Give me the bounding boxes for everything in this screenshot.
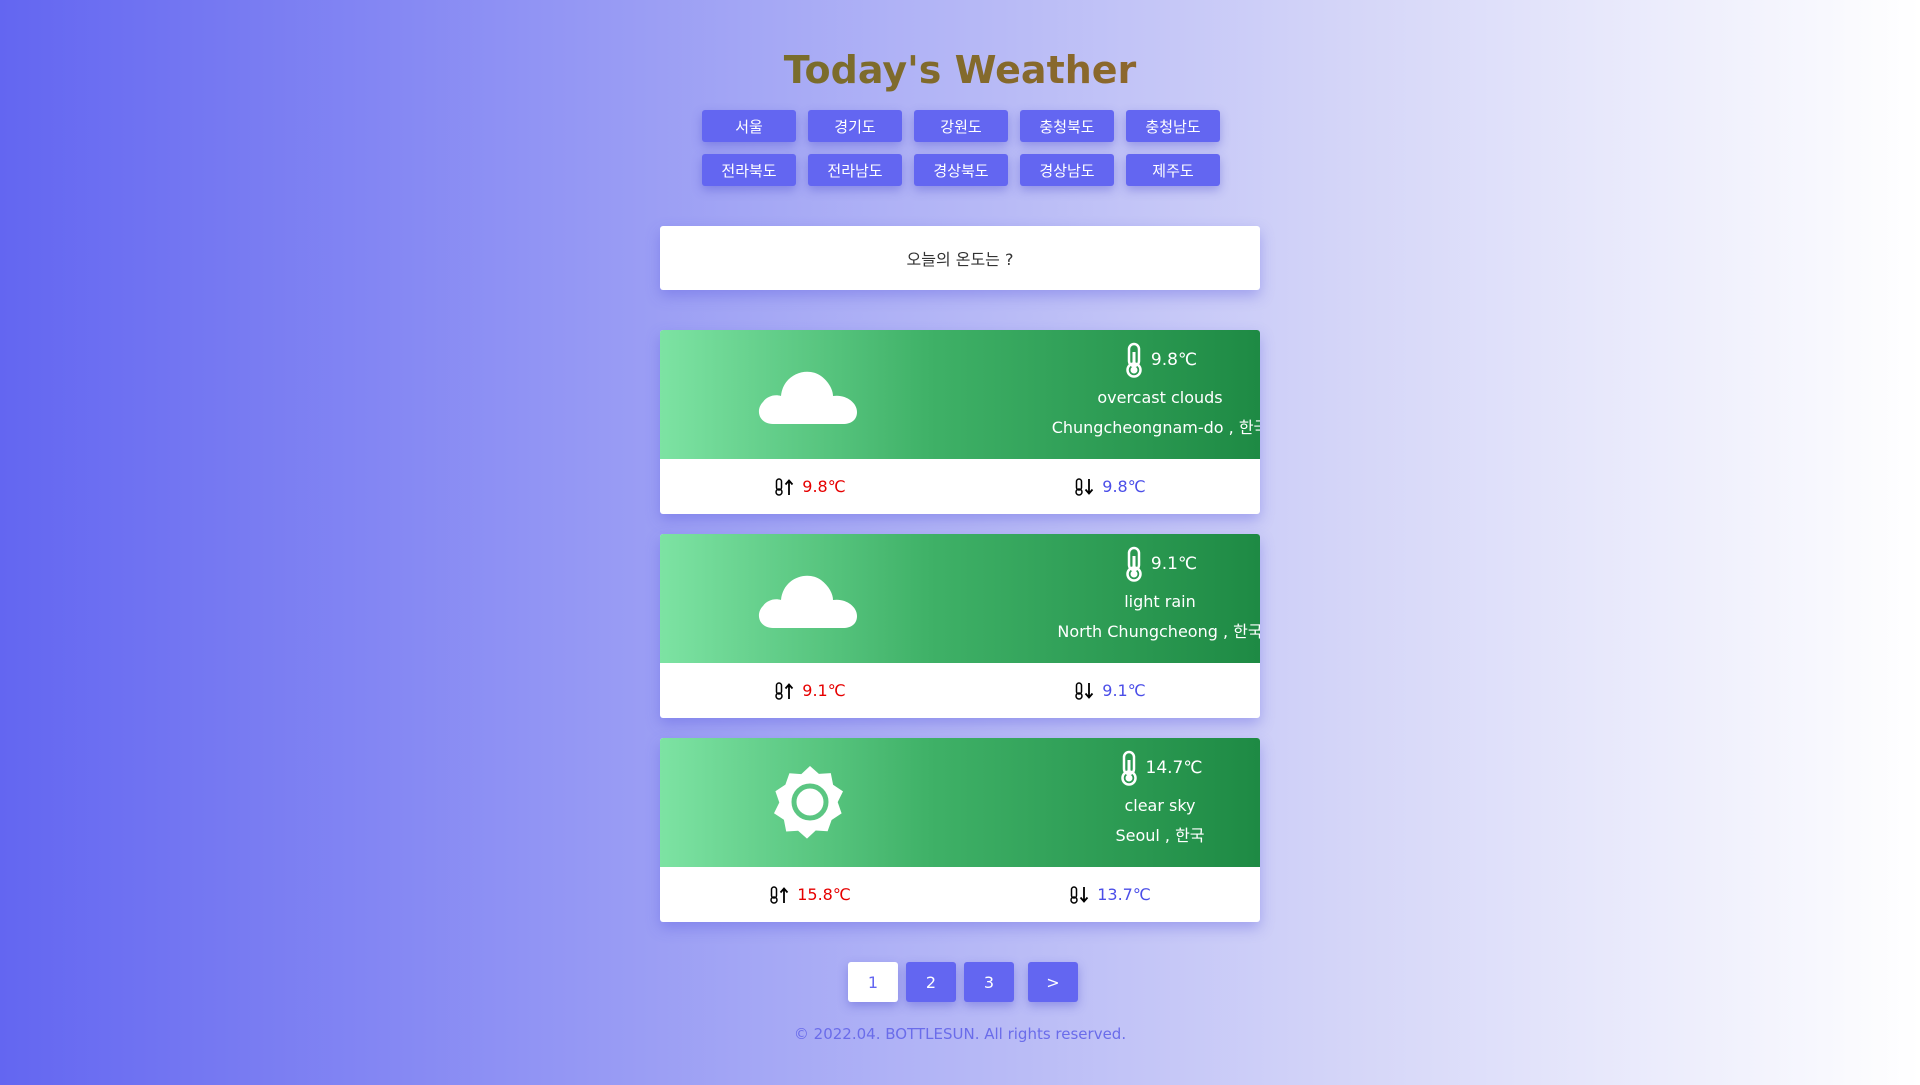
weather-description: light rain	[1124, 592, 1196, 611]
max-temperature: 9.8℃	[660, 477, 960, 496]
temperature-prompt-text: 오늘의 온도는 ?	[906, 250, 1014, 269]
region-button-seoul[interactable]: 서울	[702, 110, 796, 142]
page-button-2[interactable]: 2	[906, 962, 956, 1002]
region-button-chungbuk[interactable]: 충청북도	[1020, 110, 1114, 142]
location-label: Seoul , 한국	[1115, 826, 1205, 845]
temperature-prompt-box[interactable]: 오늘의 온도는 ?	[660, 226, 1260, 290]
next-page-button[interactable]: >	[1028, 962, 1078, 1002]
region-button-gyeongbuk[interactable]: 경상북도	[914, 154, 1008, 186]
max-temperature: 15.8℃	[660, 885, 960, 904]
thermometer-up-icon	[775, 477, 794, 496]
min-temperature: 9.1℃	[960, 681, 1260, 700]
current-temperature: 9.1℃	[1150, 554, 1198, 574]
max-temperature-value: 9.8℃	[802, 477, 846, 496]
thermometer-down-icon	[1070, 885, 1089, 904]
max-temperature-value: 9.1℃	[802, 681, 846, 700]
region-button-gyeonggi[interactable]: 경기도	[808, 110, 902, 142]
footer-copyright: © 2022.04. BOTTLESUN. All rights reserve…	[793, 1025, 1127, 1043]
thermometer-down-icon	[1075, 681, 1094, 700]
weather-card: 9.1℃ light rain North Chungcheong , 한국 9…	[660, 534, 1260, 718]
region-button-jeonnam[interactable]: 전라남도	[808, 154, 902, 186]
weather-card: 9.8℃ overcast clouds Chungcheongnam-do ,…	[660, 330, 1260, 514]
max-temperature: 9.1℃	[660, 681, 960, 700]
location-label: Chungcheongnam-do , 한국	[1051, 418, 1260, 437]
weather-card: 14.7℃ clear sky Seoul , 한국 15.8℃ 13.7℃	[660, 738, 1260, 922]
thermometer-icon	[1126, 546, 1142, 582]
current-temperature: 14.7℃	[1145, 758, 1203, 778]
min-temperature-value: 9.1℃	[1102, 681, 1146, 700]
thermometer-up-icon	[770, 885, 789, 904]
page-title: Today's Weather	[0, 48, 1920, 92]
page-button-3[interactable]: 3	[964, 962, 1014, 1002]
thermometer-icon	[1120, 750, 1137, 786]
thermometer-down-icon	[1075, 477, 1094, 496]
min-temperature: 9.8℃	[960, 477, 1260, 496]
cloud-icon	[758, 575, 857, 628]
sun-icon	[774, 766, 843, 839]
min-temperature-value: 9.8℃	[1102, 477, 1146, 496]
region-button-jeonbuk[interactable]: 전라북도	[702, 154, 796, 186]
region-button-gangwon[interactable]: 강원도	[914, 110, 1008, 142]
location-label: North Chungcheong , 한국	[1057, 622, 1260, 641]
thermometer-icon	[1126, 342, 1142, 378]
region-button-chungnam[interactable]: 충청남도	[1126, 110, 1220, 142]
weather-description: clear sky	[1124, 796, 1196, 815]
pagination: 1 2 3 >	[848, 962, 1078, 1002]
region-buttons: 서울 경기도 강원도 충청북도 충청남도 전라북도 전라남도 경상북도 경상남도…	[702, 110, 1220, 186]
min-temperature-value: 13.7℃	[1097, 885, 1151, 904]
thermometer-up-icon	[775, 681, 794, 700]
max-temperature-value: 15.8℃	[797, 885, 851, 904]
weather-description: overcast clouds	[1097, 388, 1223, 407]
min-temperature: 13.7℃	[960, 885, 1260, 904]
cloud-icon	[758, 371, 857, 424]
region-button-jeju[interactable]: 제주도	[1126, 154, 1220, 186]
current-temperature: 9.8℃	[1150, 350, 1198, 370]
page-button-1[interactable]: 1	[848, 962, 898, 1002]
region-button-gyeongnam[interactable]: 경상남도	[1020, 154, 1114, 186]
